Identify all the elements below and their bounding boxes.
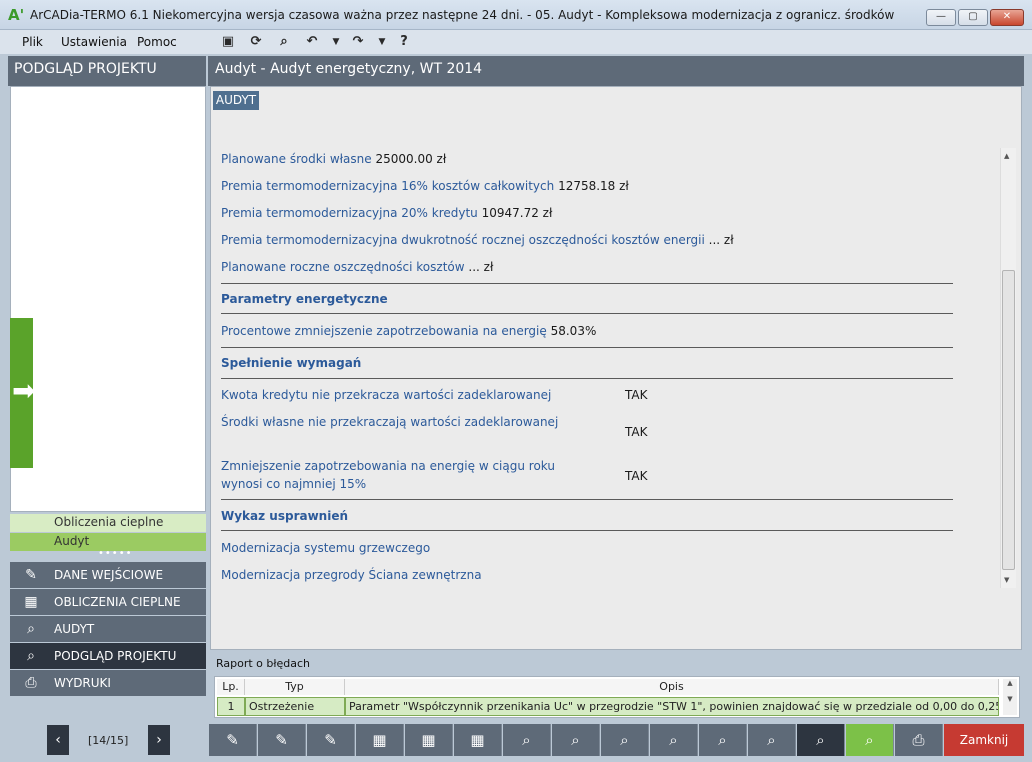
nav-heat-calc[interactable]: ▦ OBLICZENIA CIEPLNE	[10, 589, 206, 615]
app-logo-icon: A'	[8, 6, 25, 24]
calc-doc-icon: ▦	[24, 594, 38, 610]
print-icon[interactable]: ⎙	[895, 724, 943, 756]
nav-label: OBLICZENIA CIEPLNE	[54, 595, 181, 609]
row-annual-savings: Planowane roczne oszczędności kosztów ..…	[221, 260, 494, 274]
row-energy-reduction: Procentowe zmniejszenie zapotrzebowania …	[221, 324, 597, 338]
expand-panel-button[interactable]: ➡	[10, 318, 36, 468]
scroll-down-icon[interactable]: ▼	[1004, 576, 1009, 584]
calc-doc-icon[interactable]: ▦	[356, 724, 404, 756]
req-energy-label-2: wynosi co najmniej 15%	[221, 477, 367, 491]
audit-content: Planowane środki własne 25000.00 zł Prem…	[212, 148, 998, 588]
column-header-desc: Opis	[345, 679, 999, 695]
tab-audit[interactable]: AUDYT	[213, 91, 259, 110]
error-report-table: Lp. Typ Opis 1 Ostrzeżenie Parametr "Wsp…	[214, 676, 1020, 718]
minimize-button[interactable]: —	[926, 9, 956, 26]
divider	[221, 530, 953, 531]
undo-dropdown-icon[interactable]: ▼	[328, 34, 344, 50]
req-own-funds-value: TAK	[625, 425, 648, 439]
divider	[221, 313, 953, 314]
divider	[221, 347, 953, 348]
error-row-desc[interactable]: Parametr "Współczynnik przenikania Uc" w…	[345, 697, 999, 716]
nav-label: AUDYT	[54, 622, 95, 636]
nav-label: PODGLĄD PROJEKTU	[54, 649, 177, 663]
preview-icon[interactable]: ⌕	[276, 34, 292, 50]
help-icon[interactable]: ?	[396, 34, 412, 50]
improvement-item: Modernizacja przegrody Ściana zewnętrzna	[221, 568, 482, 582]
error-report-label: Raport o błędach	[216, 657, 311, 670]
scroll-up-icon[interactable]: ▲	[1004, 152, 1009, 160]
column-header-lp: Lp.	[217, 679, 245, 695]
redo-dropdown-icon[interactable]: ▼	[374, 34, 390, 50]
req-own-funds-label: Środki własne nie przekraczają wartości …	[221, 415, 559, 429]
section-energy-params: Parametry energetyczne	[221, 292, 388, 306]
req-credit-value: TAK	[625, 388, 648, 402]
edit-doc-icon[interactable]: ✎	[258, 724, 306, 756]
audit-icon[interactable]: ⌕	[601, 724, 649, 756]
save-icon[interactable]: ▣	[220, 34, 236, 50]
menu-settings[interactable]: Ustawienia	[61, 35, 127, 49]
nav-input-data[interactable]: ✎ DANE WEJŚCIOWE	[10, 562, 206, 588]
sub-item-heat-calc[interactable]: Obliczenia cieplne	[10, 514, 206, 532]
edit-doc-icon[interactable]: ✎	[307, 724, 355, 756]
redo-icon[interactable]: ↷	[350, 34, 366, 50]
divider	[221, 499, 953, 500]
close-window-button[interactable]: ✕	[990, 9, 1024, 26]
arrow-right-icon: ➡	[12, 374, 36, 407]
section-requirements: Spełnienie wymagań	[221, 356, 362, 370]
calc-doc-icon[interactable]: ▦	[454, 724, 502, 756]
audit-icon: ⌕	[27, 621, 35, 637]
row-bonus-double: Premia termomodernizacyjna dwukrotność r…	[221, 233, 734, 247]
menu-bar: Plik Ustawienia Pomoc ▣ ⟳ ⌕ ↶ ▼ ↷ ▼ ?	[0, 30, 1032, 54]
next-page-button[interactable]: ›	[148, 725, 170, 755]
page-indicator: [14/15]	[88, 734, 129, 747]
menu-file[interactable]: Plik	[22, 35, 43, 49]
title-bar: A' ArCADia-TERMO 6.1 Niekomercyjna wersj…	[0, 0, 1032, 30]
error-scrollbar[interactable]: ▲ ▼	[1003, 679, 1017, 715]
section-improvements: Wykaz usprawnień	[221, 509, 349, 523]
scroll-thumb[interactable]	[1002, 270, 1015, 570]
left-panel-title: PODGLĄD PROJEKTU	[8, 56, 206, 86]
splitter-handle[interactable]: •••••	[98, 549, 133, 559]
audit-icon[interactable]: ⌕	[699, 724, 747, 756]
preview-icon[interactable]: ⌕	[797, 724, 845, 756]
main-panel-title: Audyt - Audyt energetyczny, WT 2014	[208, 56, 1024, 86]
audit-icon[interactable]: ⌕	[552, 724, 600, 756]
divider	[221, 283, 953, 284]
close-button[interactable]: Zamknij	[944, 724, 1024, 756]
preview-icon: ⌕	[27, 648, 35, 664]
refresh-icon[interactable]: ⟳	[248, 34, 264, 50]
audit-icon[interactable]: ⌕	[748, 724, 796, 756]
menu-help[interactable]: Pomoc	[137, 35, 177, 49]
req-credit-label: Kwota kredytu nie przekracza wartości za…	[221, 388, 552, 402]
calc-doc-icon[interactable]: ▦	[405, 724, 453, 756]
nav-project-preview[interactable]: ⌕ PODGLĄD PROJEKTU	[10, 643, 206, 669]
error-row-type[interactable]: Ostrzeżenie	[245, 697, 345, 716]
nav-audit[interactable]: ⌕ AUDYT	[10, 616, 206, 642]
row-bonus-16: Premia termomodernizacyjna 16% kosztów c…	[221, 179, 629, 193]
req-energy-value: TAK	[625, 469, 648, 483]
project-preview-area	[10, 86, 206, 512]
audit-icon[interactable]: ⌕	[650, 724, 698, 756]
row-own-funds: Planowane środki własne 25000.00 zł	[221, 152, 447, 166]
preview-icon[interactable]: ⌕	[846, 724, 894, 756]
prev-page-button[interactable]: ‹	[47, 725, 69, 755]
audit-icon[interactable]: ⌕	[503, 724, 551, 756]
nav-label: WYDRUKI	[54, 676, 111, 690]
row-bonus-20: Premia termomodernizacyjna 20% kredytu 1…	[221, 206, 553, 220]
nav-prints[interactable]: ⎙ WYDRUKI	[10, 670, 206, 696]
req-energy-label-1: Zmniejszenie zapotrzebowania na energię …	[221, 459, 555, 473]
undo-icon[interactable]: ↶	[304, 34, 320, 50]
content-scrollbar[interactable]: ▲ ▼	[1000, 148, 1016, 588]
improvement-item: Modernizacja systemu grzewczego	[221, 541, 431, 555]
error-row-lp[interactable]: 1	[217, 697, 245, 716]
window-title: ArCADia-TERMO 6.1 Niekomercyjna wersja c…	[30, 8, 895, 22]
column-header-type: Typ	[245, 679, 345, 695]
divider	[221, 378, 953, 379]
nav-label: DANE WEJŚCIOWE	[54, 568, 164, 582]
maximize-button[interactable]: ▢	[958, 9, 988, 26]
print-icon: ⎙	[25, 675, 37, 691]
edit-doc-icon[interactable]: ✎	[209, 724, 257, 756]
edit-doc-icon: ✎	[25, 567, 37, 583]
